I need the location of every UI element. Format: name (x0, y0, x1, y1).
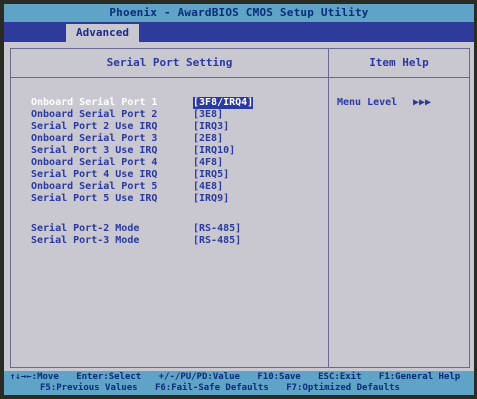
setting-label: Serial Port-3 Mode (31, 235, 140, 246)
panel-header-serial-port-setting: Serial Port Setting (11, 49, 328, 78)
setting-label: Onboard Serial Port 3 (31, 133, 158, 144)
serial-port-setting-panel: Serial Port Setting Onboard Serial Port … (10, 48, 329, 368)
setting-value[interactable]: [RS-485] (193, 223, 241, 235)
setting-label: Serial Port 5 Use IRQ (31, 193, 158, 204)
setting-onboard-serial-port-2[interactable]: Onboard Serial Port 2 [3E8] (31, 109, 321, 121)
key-help-footer: ↑↓→←:Move Enter:Select +/-/PU/PD:Value F… (4, 371, 474, 395)
setting-serial-port-3-irq[interactable]: Serial Port 3 Use IRQ [IRQ10] (31, 145, 321, 157)
setting-value[interactable]: [2E8] (193, 133, 223, 145)
bios-screen: Phoenix - AwardBIOS CMOS Setup Utility A… (4, 4, 474, 395)
setting-label: Onboard Serial Port 5 (31, 181, 158, 192)
tab-advanced[interactable]: Advanced (66, 24, 139, 42)
bios-title: Phoenix - AwardBIOS CMOS Setup Utility (4, 4, 474, 22)
footer-line-2: F5:Previous Values F6:Fail-Safe Defaults… (40, 382, 412, 394)
setting-value[interactable]: [4E8] (193, 181, 223, 193)
menu-level-label: Menu Level (337, 97, 398, 108)
key-hint-exit: ESC:Exit (318, 372, 362, 382)
setting-value[interactable]: [IRQ9] (193, 193, 229, 205)
setting-serial-port-2-irq[interactable]: Serial Port 2 Use IRQ [IRQ3] (31, 121, 321, 133)
setting-onboard-serial-port-1[interactable]: Onboard Serial Port 1 [3F8/IRQ4] (31, 97, 321, 109)
setting-value[interactable]: [IRQ5] (193, 169, 229, 181)
setting-value[interactable]: [IRQ10] (193, 145, 235, 157)
row-spacer (31, 205, 321, 223)
setting-label: Onboard Serial Port 2 (31, 109, 158, 120)
setting-onboard-serial-port-4[interactable]: Onboard Serial Port 4 [4F8] (31, 157, 321, 169)
setting-value[interactable]: [RS-485] (193, 235, 241, 247)
panel-header-item-help: Item Help (329, 49, 469, 78)
setting-serial-port-4-irq[interactable]: Serial Port 4 Use IRQ [IRQ5] (31, 169, 321, 181)
key-hint-general-help: F1:General Help (378, 372, 461, 382)
key-hint-value: +/-/PU/PD:Value (158, 372, 240, 382)
item-help-panel: Item Help Menu Level ▶▶▶ (329, 48, 470, 368)
setting-serial-port-2-mode[interactable]: Serial Port-2 Mode [RS-485] (31, 223, 321, 235)
setting-label: Serial Port 3 Use IRQ (31, 145, 158, 156)
setting-label: Serial Port-2 Mode (31, 223, 140, 234)
key-hint-select: Enter:Select (76, 372, 142, 382)
setting-onboard-serial-port-5[interactable]: Onboard Serial Port 5 [4E8] (31, 181, 321, 193)
setting-value[interactable]: [3E8] (193, 109, 223, 121)
setting-label: Serial Port 2 Use IRQ (31, 121, 158, 132)
menu-level-arrows-icon: ▶▶▶ (413, 97, 432, 108)
setting-label: Onboard Serial Port 1 (31, 97, 158, 108)
setting-onboard-serial-port-3[interactable]: Onboard Serial Port 3 [2E8] (31, 133, 321, 145)
key-hint-fail-safe-defaults: F6:Fail-Safe Defaults (154, 383, 269, 393)
setting-serial-port-3-mode[interactable]: Serial Port-3 Mode [RS-485] (31, 235, 321, 247)
tab-bar: Advanced (4, 22, 474, 42)
setting-serial-port-5-irq[interactable]: Serial Port 5 Use IRQ [IRQ9] (31, 193, 321, 205)
key-hint-optimized-defaults: F7:Optimized Defaults (286, 383, 400, 393)
setting-label: Serial Port 4 Use IRQ (31, 169, 158, 180)
setting-value[interactable]: [3F8/IRQ4] (193, 97, 254, 109)
key-hint-previous-values: F5:Previous Values (40, 383, 138, 393)
key-hint-move: ↑↓→←:Move (10, 372, 59, 382)
setting-label: Onboard Serial Port 4 (31, 157, 158, 168)
key-hint-save: F10:Save (257, 372, 301, 382)
settings-list: Onboard Serial Port 1 [3F8/IRQ4] Onboard… (31, 97, 321, 247)
setting-value[interactable]: [IRQ3] (193, 121, 229, 133)
setting-value[interactable]: [4F8] (193, 157, 223, 169)
